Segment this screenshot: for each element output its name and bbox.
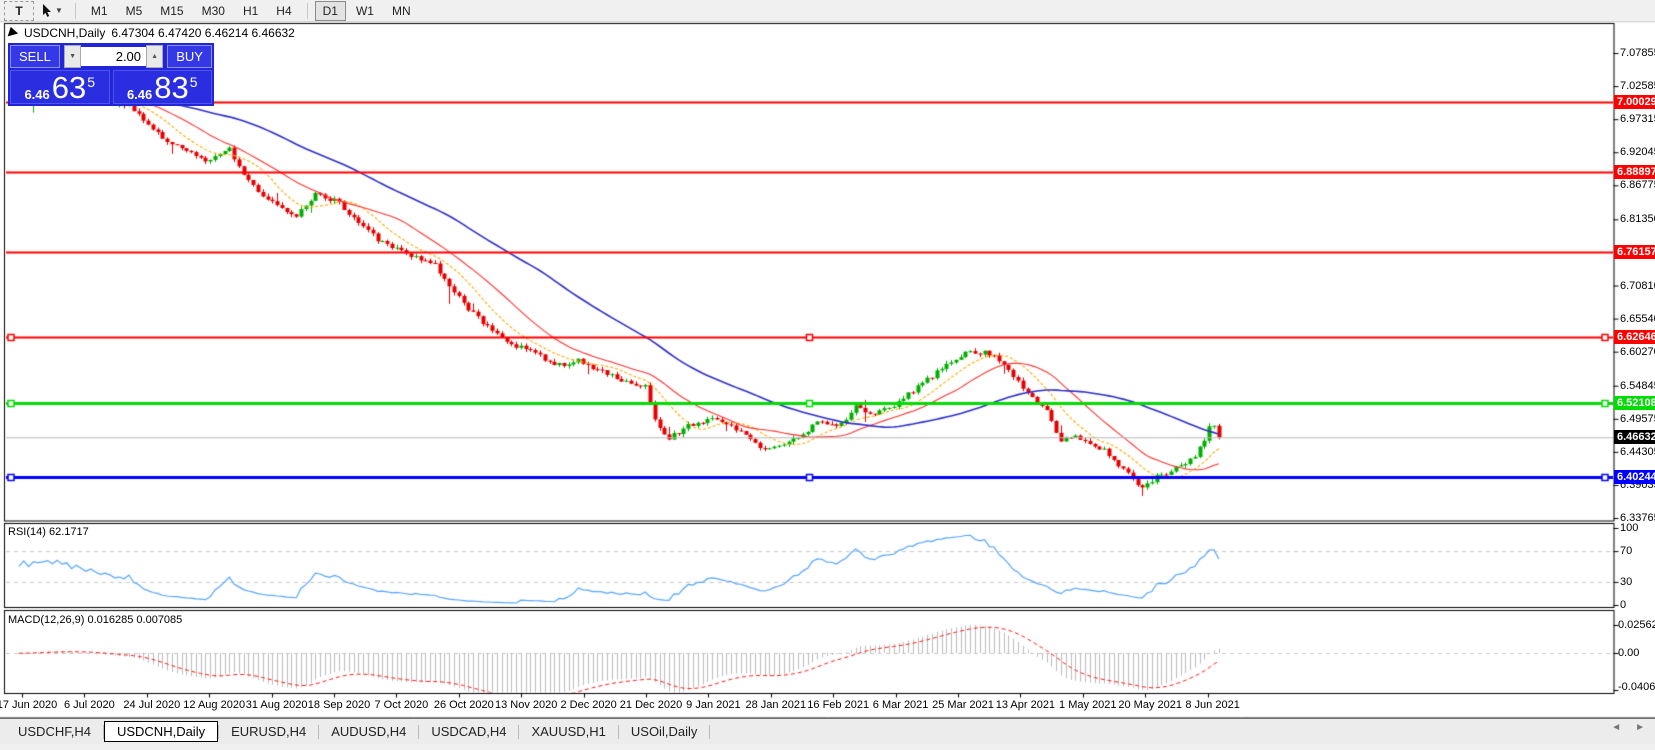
volume-increase-button[interactable]: ▲ bbox=[146, 45, 164, 68]
chart-tab-usdcnh-daily[interactable]: USDCNH,Daily bbox=[103, 721, 219, 742]
chart-tab-usdcad-h4[interactable]: USDCAD,H4 bbox=[419, 722, 518, 741]
chart-symbol-title: USDCNH,Daily bbox=[24, 26, 106, 40]
text-tool-button[interactable]: T bbox=[4, 0, 34, 21]
buy-price-prefix: 6.46 bbox=[126, 87, 153, 102]
tab-scroll-left-button[interactable]: ◄ bbox=[1611, 722, 1621, 733]
timeframe-button-M5[interactable]: M5 bbox=[118, 1, 151, 21]
sell-price-prefix: 6.46 bbox=[24, 87, 50, 102]
chart-tab-xauusd-h1[interactable]: XAUUSD,H1 bbox=[519, 722, 617, 741]
sell-price-display[interactable]: 6.46 63 5 bbox=[10, 70, 110, 104]
toolbar-separator bbox=[306, 2, 308, 19]
buy-button[interactable]: BUY bbox=[167, 45, 212, 68]
tab-scroll-right-button[interactable]: ► bbox=[1635, 722, 1645, 733]
chart-tab-audusd-h4[interactable]: AUDUSD,H4 bbox=[319, 722, 418, 741]
chart-marker-icon bbox=[7, 26, 20, 40]
sell-price-big: 63 bbox=[51, 70, 87, 105]
top-toolbar: T ▼ M1 M5 M15 M30 H1 H4 D1 W1 MN bbox=[0, 0, 1655, 22]
one-click-trade-panel: SELL ▼ ▲ BUY 6.46 63 5 6.46 83 5 bbox=[8, 43, 214, 106]
timeframe-button-H4[interactable]: H4 bbox=[268, 1, 299, 21]
chart-header: USDCNH,Daily 6.47304 6.47420 6.46214 6.4… bbox=[7, 26, 295, 40]
mt4-application-window: T ▼ M1 M5 M15 M30 H1 H4 D1 W1 MN USDCNH,Daily 6.… bbox=[0, 0, 1655, 750]
chart-tab-usdchf-h4[interactable]: USDCHF,H4 bbox=[6, 722, 103, 741]
timeframe-button-M1[interactable]: M1 bbox=[83, 1, 116, 21]
volume-decrease-button[interactable]: ▼ bbox=[64, 45, 82, 68]
timeframe-button-H1[interactable]: H1 bbox=[235, 1, 266, 21]
tab-scroll-arrows: ◄ ► bbox=[1611, 722, 1645, 733]
sell-button[interactable]: SELL bbox=[10, 45, 60, 68]
buy-price-display[interactable]: 6.46 83 5 bbox=[112, 70, 212, 105]
rsi-indicator-label: RSI(14) 62.1717 bbox=[8, 526, 89, 538]
sell-price-sup: 5 bbox=[87, 74, 96, 90]
tab-separator bbox=[709, 724, 711, 739]
arrow-cursor-icon bbox=[43, 4, 51, 17]
timeframe-button-D1[interactable]: D1 bbox=[314, 0, 346, 21]
chart-tab-eurusd-h4[interactable]: EURUSD,H4 bbox=[219, 722, 318, 741]
volume-input[interactable] bbox=[81, 47, 147, 66]
macd-indicator-label: MACD(12,26,9) 0.016285 0.007085 bbox=[8, 614, 183, 626]
timeframe-button-group: M1 M5 M15 M30 H1 H4 D1 W1 MN bbox=[83, 0, 419, 21]
chart-tab-bar: USDCHF,H4 USDCNH,Daily EURUSD,H4 AUDUSD,H4 U… bbox=[0, 718, 1655, 744]
cursor-tool-button[interactable]: ▼ bbox=[36, 1, 68, 21]
chart-tab-usoil-daily[interactable]: USOil,Daily bbox=[619, 722, 709, 741]
volume-stepper: ▼ ▲ bbox=[64, 45, 164, 68]
buy-price-big: 83 bbox=[154, 70, 189, 105]
chevron-down-icon: ▼ bbox=[55, 6, 63, 15]
timeframe-button-M15[interactable]: M15 bbox=[152, 1, 191, 21]
toolbar-separator bbox=[74, 2, 76, 19]
timeframe-button-W1[interactable]: W1 bbox=[348, 1, 382, 21]
timeframe-button-M30[interactable]: M30 bbox=[194, 1, 233, 21]
price-chart-canvas[interactable] bbox=[0, 0, 1655, 750]
buy-price-sup: 5 bbox=[189, 74, 198, 90]
chart-ohlc-values: 6.47304 6.47420 6.46214 6.46632 bbox=[111, 26, 295, 40]
timeframe-button-MN[interactable]: MN bbox=[384, 1, 419, 21]
